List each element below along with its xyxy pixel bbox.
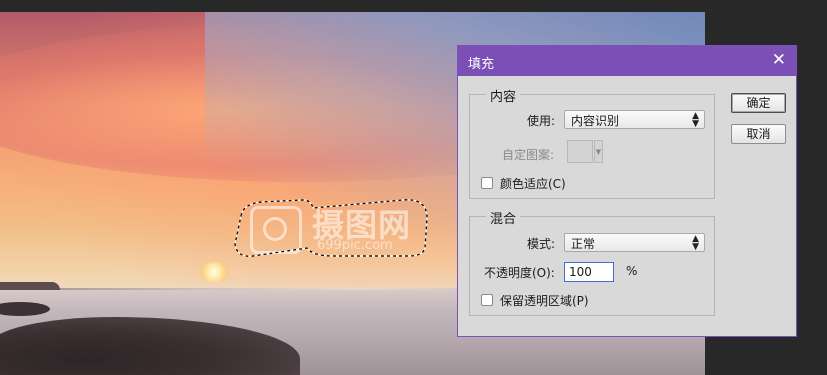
color-adapt-label[interactable]: 颜色适应(C)	[500, 175, 566, 192]
close-icon[interactable]: ✕	[772, 50, 786, 70]
mode-select-value: 正常	[571, 237, 596, 251]
opacity-input[interactable]: 100	[564, 262, 614, 282]
custom-pattern-label: 自定图案:	[502, 148, 555, 162]
use-select-value: 内容识别	[571, 114, 620, 128]
setting-sun	[196, 262, 232, 282]
dialog-title: 填充	[468, 57, 495, 72]
dialog-titlebar[interactable]: 填充 ✕	[458, 46, 796, 76]
preserve-transparency-label[interactable]: 保留透明区域(P)	[500, 292, 589, 309]
opacity-unit: %	[626, 264, 638, 278]
cancel-button[interactable]: 取消	[731, 124, 786, 144]
pattern-picker: ▼	[567, 140, 603, 163]
use-label: 使用:	[527, 114, 556, 128]
mode-select[interactable]: 正常 ▲ ▼	[564, 233, 705, 252]
use-select[interactable]: 内容识别 ▲ ▼	[564, 110, 705, 129]
updown-arrow-icon: ▲ ▼	[692, 111, 699, 129]
pattern-swatch	[567, 140, 593, 163]
chevron-down-icon: ▼	[594, 140, 603, 163]
marquee-selection[interactable]	[233, 198, 429, 258]
ok-button[interactable]: 确定	[731, 93, 786, 113]
content-group-legend: 内容	[486, 86, 521, 105]
color-adapt-checkbox[interactable]	[481, 177, 493, 189]
updown-arrow-icon: ▲ ▼	[692, 234, 699, 252]
preserve-transparency-checkbox[interactable]	[481, 294, 493, 306]
blend-group-legend: 混合	[486, 208, 521, 227]
mode-label: 模式:	[527, 237, 556, 251]
distant-island	[0, 282, 60, 290]
opacity-label: 不透明度(O):	[484, 266, 555, 280]
